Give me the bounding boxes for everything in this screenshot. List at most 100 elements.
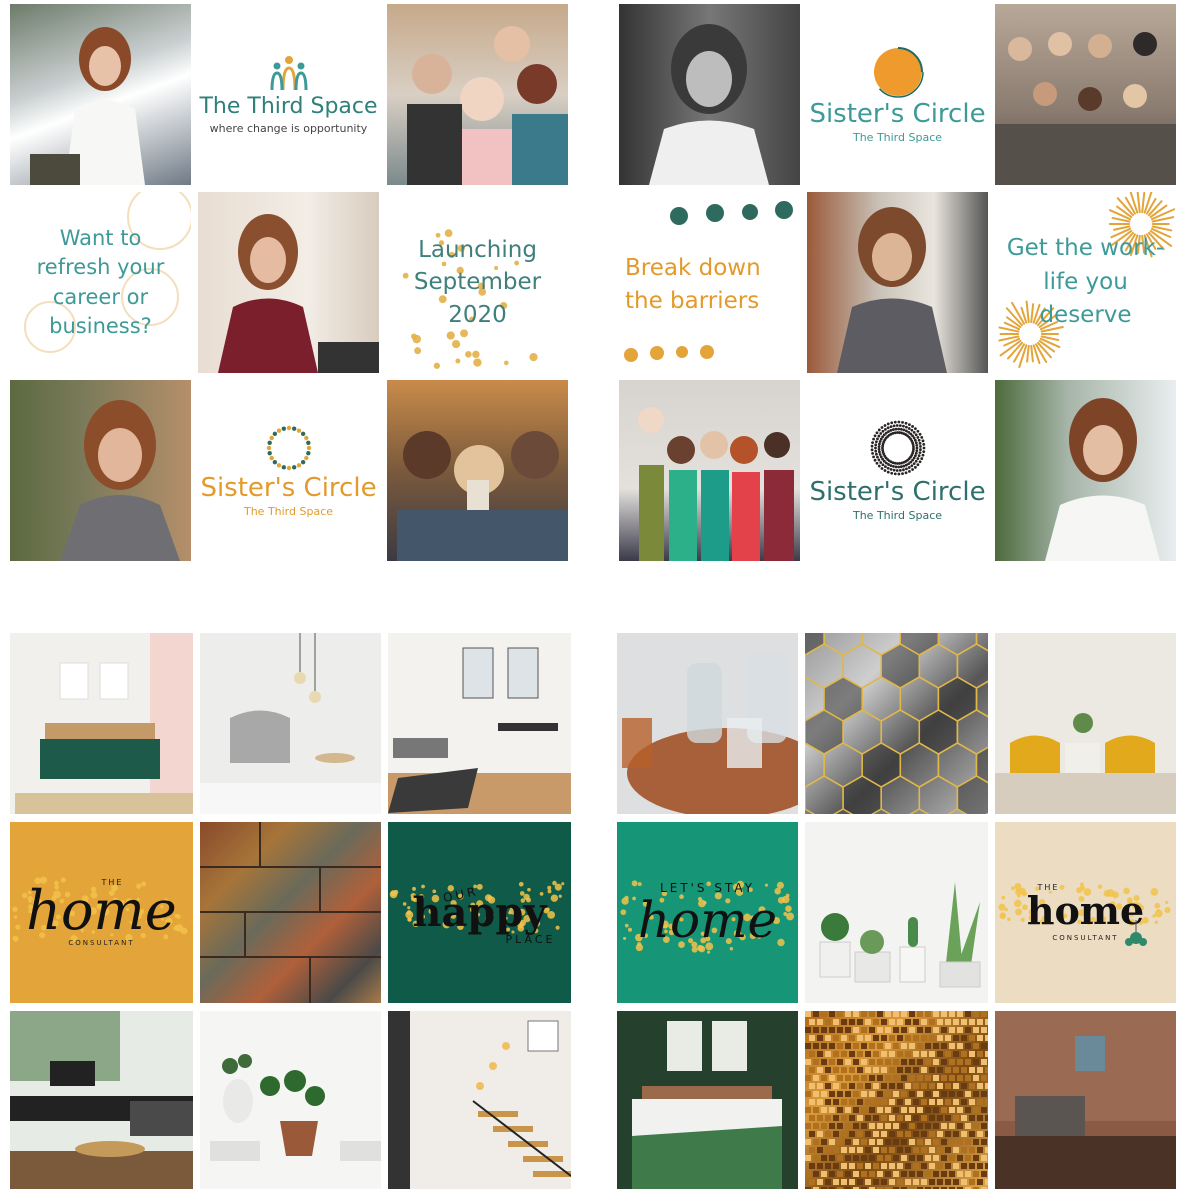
sequin	[837, 1027, 843, 1033]
sequin	[953, 1051, 959, 1057]
decor-dot	[915, 457, 919, 460]
decor-dot	[880, 467, 883, 470]
photo-green-bedroom	[617, 1011, 798, 1189]
launching-text: Launching September 2020	[413, 237, 542, 328]
decor-dot	[915, 436, 919, 439]
woman-red-top-illustration	[218, 214, 379, 373]
sequin	[973, 1011, 979, 1017]
sequin	[981, 1107, 987, 1113]
decor-dot	[899, 427, 903, 431]
decor-dot	[897, 420, 900, 424]
sequin	[885, 1027, 891, 1033]
photo-brick-lounge	[995, 1011, 1176, 1189]
sequin	[909, 1139, 915, 1145]
decor-dot	[886, 422, 890, 426]
refresh-career-tile: Want to refresh your career or business?	[10, 192, 191, 373]
sequin	[817, 1099, 823, 1105]
sequin	[869, 1107, 875, 1113]
sequin	[881, 1019, 887, 1025]
sequin	[913, 1163, 919, 1169]
decor-dot	[875, 461, 878, 465]
sequin	[925, 1011, 931, 1017]
dotted-circle-icon	[266, 425, 311, 471]
decor-dot	[883, 427, 887, 431]
sisters-circle-sub-2: The Third Space	[852, 509, 943, 522]
sequin	[981, 1155, 987, 1161]
sequin	[969, 1147, 975, 1153]
sequin	[885, 1155, 891, 1161]
decor-dot	[300, 431, 305, 437]
sequin	[857, 1035, 863, 1041]
sequin	[825, 1099, 831, 1105]
sequin	[825, 1147, 831, 1153]
sequin	[965, 1075, 971, 1081]
sequin	[893, 1139, 899, 1145]
sequin	[929, 1019, 935, 1025]
photo-bedroom-green	[10, 633, 193, 814]
sequin	[877, 1139, 883, 1145]
decor-dot	[12, 935, 19, 942]
sequin	[845, 1171, 851, 1177]
burst-ray	[1141, 192, 1146, 214]
sequin	[853, 1043, 859, 1049]
sequin	[829, 1011, 835, 1017]
decor-dot	[412, 334, 422, 344]
sequin	[921, 1083, 927, 1089]
launching-tile: Launching September 2020	[387, 192, 568, 373]
sequin	[945, 1163, 951, 1169]
sequin	[885, 1059, 891, 1065]
sequin	[837, 1123, 843, 1129]
sequin	[873, 1083, 879, 1089]
sequin	[829, 1155, 835, 1161]
photo-woman-plaid-plants	[10, 380, 191, 561]
decor-dot	[918, 460, 921, 464]
sequin	[881, 1051, 887, 1057]
decor-dot	[896, 465, 900, 469]
sequin	[861, 1059, 867, 1065]
sequin	[849, 1099, 855, 1105]
sequin	[829, 1107, 835, 1113]
sequin	[973, 1027, 979, 1033]
photo-marble-hexagon	[805, 633, 988, 814]
sequin	[817, 1067, 823, 1073]
decor-dot	[414, 347, 422, 355]
sequin	[813, 1027, 819, 1033]
sequin	[881, 1163, 887, 1169]
decor-dot	[873, 443, 877, 447]
photo-gold-sequins	[805, 1011, 988, 1189]
women-coffee-illustration	[397, 431, 568, 561]
sequin	[817, 1179, 823, 1185]
sequin	[817, 1083, 823, 1089]
sequin	[805, 1155, 811, 1161]
sequin	[949, 1139, 955, 1145]
sequin	[917, 1171, 923, 1177]
sequin	[961, 1035, 967, 1041]
sequin	[881, 1131, 887, 1137]
decor-dot	[916, 429, 919, 433]
sequin	[893, 1059, 899, 1065]
decor-dot	[291, 465, 296, 470]
decor-dot	[893, 472, 897, 476]
sequin	[953, 1067, 959, 1073]
sequin	[845, 1011, 851, 1017]
decor-dot	[877, 434, 880, 438]
sequin	[889, 1147, 895, 1153]
decor-dot	[15, 924, 21, 930]
decor-dot	[874, 440, 878, 444]
lets-stay-home-tile: LET'S STAY home	[617, 822, 798, 1003]
sequin	[961, 1131, 967, 1137]
sisters-circle-tile-teal: Sister's Circle The Third Space	[807, 4, 988, 185]
sequin	[817, 1115, 823, 1121]
sequin	[969, 1019, 975, 1025]
sequin	[977, 1115, 983, 1121]
sisters-circle-sub: The Third Space	[243, 505, 334, 518]
sequin	[841, 1067, 847, 1073]
decor-dot	[914, 443, 918, 447]
sequin	[909, 1155, 915, 1161]
sequin	[809, 1147, 815, 1153]
sequin	[917, 1027, 923, 1033]
sequin	[965, 1011, 971, 1017]
sequin	[845, 1107, 851, 1113]
sequin	[869, 1043, 875, 1049]
sequin	[837, 1075, 843, 1081]
